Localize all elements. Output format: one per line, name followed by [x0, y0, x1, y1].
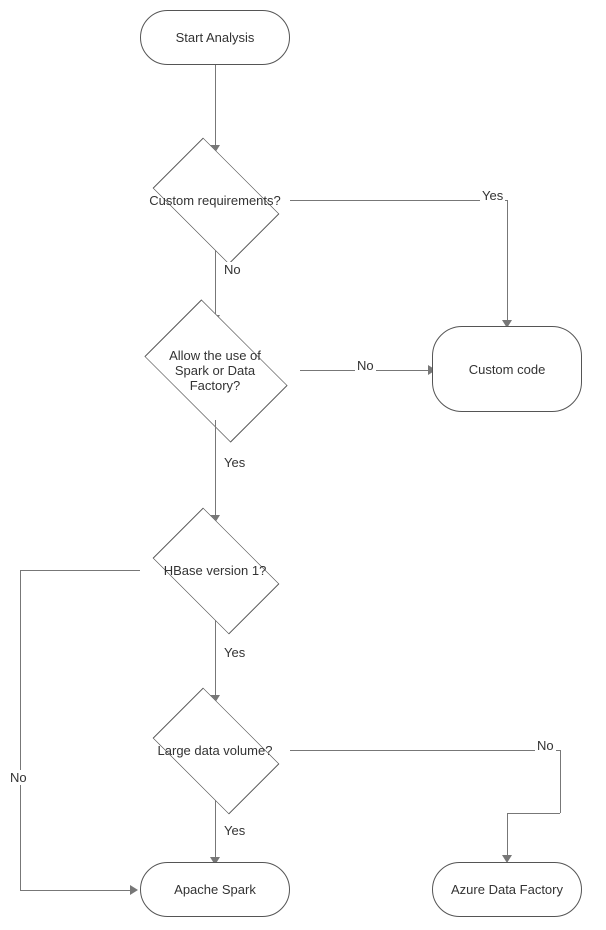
edge-label-yes: Yes	[480, 188, 505, 203]
edge-label-no: No	[8, 770, 29, 785]
connector	[507, 200, 508, 320]
edge-label-yes: Yes	[222, 645, 247, 660]
decision-large-data: Large data volume?	[140, 700, 290, 800]
edge-label-no: No	[222, 262, 243, 277]
connector	[20, 890, 130, 891]
terminal-custom-code: Custom code	[432, 326, 582, 412]
connector	[215, 250, 216, 315]
terminal-apache-spark: Apache Spark	[140, 862, 290, 917]
terminal-adf: Azure Data Factory	[432, 862, 582, 917]
connector	[20, 570, 140, 571]
decision3-label: HBase version 1?	[164, 563, 267, 578]
flowchart-canvas: Start Analysis Custom requirements? Yes …	[0, 0, 606, 930]
connector	[20, 570, 21, 890]
start-label: Start Analysis	[176, 30, 255, 45]
terminal-custom-label: Custom code	[469, 362, 546, 377]
decision2-label: Allow the use of Spark or Data Factory?	[153, 348, 278, 393]
connector	[290, 200, 507, 201]
decision-custom-req: Custom requirements?	[140, 150, 290, 250]
connector	[560, 750, 561, 813]
edge-label-yes: Yes	[222, 823, 247, 838]
edge-label-yes: Yes	[222, 455, 247, 470]
arrowhead	[130, 885, 138, 895]
connector	[215, 620, 216, 695]
connector	[507, 813, 560, 814]
decision-spark-df: Allow the use of Spark or Data Factory?	[140, 320, 290, 420]
edge-label-no: No	[535, 738, 556, 753]
connector	[215, 65, 216, 145]
start-node: Start Analysis	[140, 10, 290, 65]
edge-label-no: No	[355, 358, 376, 373]
terminal-adf-label: Azure Data Factory	[451, 882, 563, 897]
decision1-label: Custom requirements?	[149, 193, 281, 208]
connector	[507, 813, 508, 855]
terminal-spark-label: Apache Spark	[174, 882, 256, 897]
connector	[215, 420, 216, 515]
decision4-label: Large data volume?	[158, 743, 273, 758]
connector	[290, 750, 560, 751]
decision-hbase: HBase version 1?	[140, 520, 290, 620]
connector	[215, 800, 216, 860]
